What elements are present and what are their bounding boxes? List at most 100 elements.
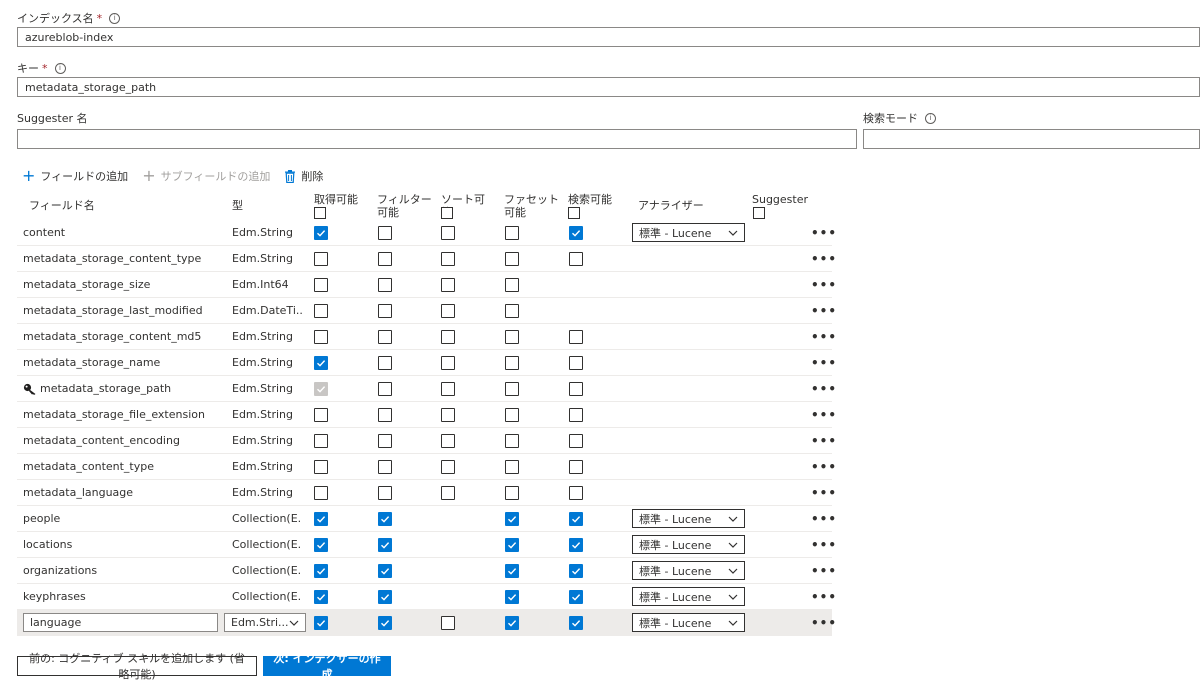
filterable-checkbox[interactable] xyxy=(378,304,392,318)
more-options-icon[interactable]: ••• xyxy=(811,350,837,375)
filterable-checkbox[interactable] xyxy=(378,590,392,604)
facetable-checkbox[interactable] xyxy=(505,226,519,240)
facetable-checkbox[interactable] xyxy=(505,356,519,370)
filterable-checkbox[interactable] xyxy=(378,538,392,552)
searchable-checkbox[interactable] xyxy=(569,408,583,422)
analyzer-select[interactable]: 標準 - Lucene xyxy=(632,223,745,242)
facetable-checkbox[interactable] xyxy=(505,382,519,396)
table-row[interactable]: metadata_content_type Edm.String ••• xyxy=(17,454,836,480)
retrievable-checkbox[interactable] xyxy=(314,382,328,396)
select-all-sortable-checkbox[interactable] xyxy=(441,207,453,219)
retrievable-checkbox[interactable] xyxy=(314,330,328,344)
info-icon[interactable]: i xyxy=(925,112,936,124)
sortable-checkbox[interactable] xyxy=(441,382,455,396)
sortable-checkbox[interactable] xyxy=(441,460,455,474)
retrievable-checkbox[interactable] xyxy=(314,564,328,578)
searchable-checkbox[interactable] xyxy=(569,538,583,552)
retrievable-checkbox[interactable] xyxy=(314,590,328,604)
table-row[interactable]: locations Collection(E... 標準 - Lucene ••• xyxy=(17,532,836,558)
more-options-icon[interactable]: ••• xyxy=(811,558,837,583)
sortable-checkbox[interactable] xyxy=(441,304,455,318)
select-all-suggester-checkbox[interactable] xyxy=(753,207,765,219)
filterable-checkbox[interactable] xyxy=(378,616,392,630)
analyzer-select[interactable]: 標準 - Lucene xyxy=(632,587,745,606)
add-subfield-button[interactable]: + サブフィールドの追加 xyxy=(142,168,270,184)
table-row[interactable]: language Edm.Stri... 標準 - Lucene ••• xyxy=(17,610,836,636)
searchable-checkbox[interactable] xyxy=(569,486,583,500)
filterable-checkbox[interactable] xyxy=(378,460,392,474)
facetable-checkbox[interactable] xyxy=(505,512,519,526)
searchable-checkbox[interactable] xyxy=(569,252,583,266)
searchable-checkbox[interactable] xyxy=(569,616,583,630)
table-row[interactable]: content Edm.String 標準 - Lucene ••• xyxy=(17,220,836,246)
facetable-checkbox[interactable] xyxy=(505,434,519,448)
more-options-icon[interactable]: ••• xyxy=(811,584,837,609)
table-row[interactable]: metadata_storage_content_type Edm.String •… xyxy=(17,246,836,272)
facetable-checkbox[interactable] xyxy=(505,252,519,266)
previous-button[interactable]: 前の: コグニティブ スキルを追加します (省略可能) xyxy=(17,652,257,681)
more-options-icon[interactable]: ••• xyxy=(811,376,837,401)
more-options-icon[interactable]: ••• xyxy=(811,298,837,323)
more-options-icon[interactable]: ••• xyxy=(811,610,837,635)
retrievable-checkbox[interactable] xyxy=(314,512,328,526)
field-type-select[interactable]: Edm.Stri... xyxy=(224,613,306,632)
sortable-checkbox[interactable] xyxy=(441,616,455,630)
filterable-checkbox[interactable] xyxy=(378,434,392,448)
more-options-icon[interactable]: ••• xyxy=(811,220,837,245)
retrievable-checkbox[interactable] xyxy=(314,252,328,266)
table-row[interactable]: metadata_content_encoding Edm.String ••• xyxy=(17,428,836,454)
analyzer-select[interactable]: 標準 - Lucene xyxy=(632,535,745,554)
searchable-checkbox[interactable] xyxy=(569,330,583,344)
retrievable-checkbox[interactable] xyxy=(314,408,328,422)
next-button[interactable]: 次: インデクサーの作成 xyxy=(263,652,391,681)
filterable-checkbox[interactable] xyxy=(378,330,392,344)
field-name-input[interactable]: language xyxy=(23,613,218,632)
retrievable-checkbox[interactable] xyxy=(314,486,328,500)
filterable-checkbox[interactable] xyxy=(378,252,392,266)
searchable-checkbox[interactable] xyxy=(569,564,583,578)
table-row[interactable]: keyphrases Collection(E... 標準 - Lucene ••• xyxy=(17,584,836,610)
more-options-icon[interactable]: ••• xyxy=(811,480,837,505)
index-name-input[interactable]: azureblob-index xyxy=(17,27,1200,47)
searchable-checkbox[interactable] xyxy=(569,226,583,240)
suggester-name-input[interactable] xyxy=(17,129,857,149)
column-header-type[interactable]: 型 xyxy=(232,199,243,212)
retrievable-checkbox[interactable] xyxy=(314,304,328,318)
searchable-checkbox[interactable] xyxy=(569,590,583,604)
facetable-checkbox[interactable] xyxy=(505,616,519,630)
table-row[interactable]: metadata_storage_name Edm.String ••• xyxy=(17,350,836,376)
filterable-checkbox[interactable] xyxy=(378,382,392,396)
retrievable-checkbox[interactable] xyxy=(314,538,328,552)
retrievable-checkbox[interactable] xyxy=(314,616,328,630)
table-row[interactable]: metadata_storage_file_extension Edm.Strin… xyxy=(17,402,836,428)
facetable-checkbox[interactable] xyxy=(505,590,519,604)
table-row[interactable]: metadata_storage_content_md5 Edm.String ••… xyxy=(17,324,836,350)
more-options-icon[interactable]: ••• xyxy=(811,532,837,557)
sortable-checkbox[interactable] xyxy=(441,330,455,344)
facetable-checkbox[interactable] xyxy=(505,460,519,474)
select-all-searchable-checkbox[interactable] xyxy=(568,207,580,219)
filterable-checkbox[interactable] xyxy=(378,512,392,526)
sortable-checkbox[interactable] xyxy=(441,226,455,240)
table-row[interactable]: metadata_storage_last_modified Edm.DateTi… xyxy=(17,298,836,324)
table-row[interactable]: metadata_language Edm.String ••• xyxy=(17,480,836,506)
search-mode-input[interactable] xyxy=(863,129,1200,149)
retrievable-checkbox[interactable] xyxy=(314,226,328,240)
more-options-icon[interactable]: ••• xyxy=(811,454,837,479)
more-options-icon[interactable]: ••• xyxy=(811,272,837,297)
retrievable-checkbox[interactable] xyxy=(314,356,328,370)
facetable-checkbox[interactable] xyxy=(505,564,519,578)
more-options-icon[interactable]: ••• xyxy=(811,402,837,427)
column-header-field-name[interactable]: フィールド名 xyxy=(29,199,95,212)
retrievable-checkbox[interactable] xyxy=(314,434,328,448)
searchable-checkbox[interactable] xyxy=(569,512,583,526)
facetable-checkbox[interactable] xyxy=(505,538,519,552)
facetable-checkbox[interactable] xyxy=(505,408,519,422)
table-row[interactable]: organizations Collection(E... 標準 - Lucene •… xyxy=(17,558,836,584)
filterable-checkbox[interactable] xyxy=(378,486,392,500)
table-row[interactable]: metadata_storage_path Edm.String ••• xyxy=(17,376,836,402)
table-row[interactable]: people Collection(E... 標準 - Lucene ••• xyxy=(17,506,836,532)
analyzer-select[interactable]: 標準 - Lucene xyxy=(632,509,745,528)
more-options-icon[interactable]: ••• xyxy=(811,428,837,453)
filterable-checkbox[interactable] xyxy=(378,226,392,240)
